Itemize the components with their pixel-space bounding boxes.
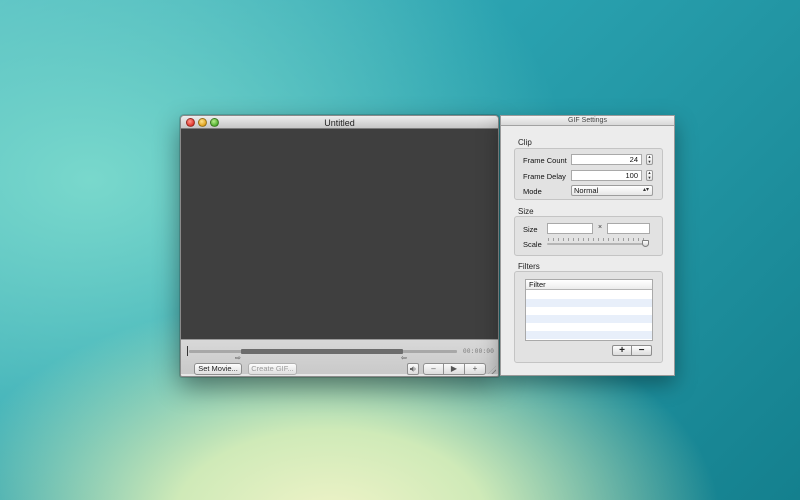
- mode-label: Mode: [523, 187, 542, 196]
- play-button[interactable]: ▶: [444, 363, 465, 375]
- timeline-selection[interactable]: [241, 349, 403, 354]
- table-row[interactable]: [526, 291, 652, 299]
- in-point-marker-icon[interactable]: ⇨: [235, 355, 241, 362]
- scale-slider-knob[interactable]: [642, 240, 649, 247]
- width-field[interactable]: [547, 223, 593, 234]
- panel-title: GIF Settings: [568, 117, 607, 124]
- scale-slider-ticks: [548, 238, 648, 241]
- scale-label: Scale: [523, 240, 542, 249]
- speaker-icon[interactable]: [407, 363, 419, 375]
- table-row[interactable]: [526, 299, 652, 307]
- table-row[interactable]: [526, 323, 652, 331]
- size-group: Size × Scale: [514, 216, 663, 256]
- clip-group: Frame Count 24 ▲ ▼ Frame Delay 100 ▲ ▼ Mod…: [514, 148, 663, 200]
- frame-delay-label: Frame Delay: [523, 172, 566, 181]
- times-symbol: ×: [598, 224, 603, 231]
- add-filter-button[interactable]: +: [612, 345, 632, 356]
- window-title: Untitled: [324, 118, 355, 128]
- movie-preview: [181, 129, 498, 339]
- clip-heading: Clip: [518, 138, 532, 147]
- remove-filter-button[interactable]: −: [632, 345, 652, 356]
- step-forward-button[interactable]: +: [465, 363, 486, 375]
- movie-window: Untitled ⇨ ⇦ 00:00:00 Set Movie... Creat…: [180, 115, 499, 377]
- height-field[interactable]: [607, 223, 650, 234]
- mode-select-value: Normal: [574, 186, 599, 195]
- title-bar[interactable]: Untitled: [181, 116, 498, 129]
- timecode: 00:00:00: [463, 348, 495, 355]
- create-gif-button[interactable]: Create GIF...: [248, 363, 297, 375]
- table-row[interactable]: [526, 315, 652, 323]
- mode-select[interactable]: Normal ▴▾: [571, 185, 653, 196]
- size-label: Size: [523, 225, 538, 234]
- frame-count-stepper-icon[interactable]: ▲ ▼: [646, 154, 653, 165]
- frame-count-label: Frame Count: [523, 156, 567, 165]
- size-heading: Size: [518, 207, 534, 216]
- filters-group: Filter + −: [514, 271, 663, 363]
- scale-slider[interactable]: [547, 243, 649, 245]
- frame-delay-stepper-icon[interactable]: ▲ ▼: [646, 170, 653, 181]
- playhead[interactable]: [187, 346, 188, 356]
- filters-heading: Filters: [518, 262, 540, 271]
- select-arrows-icon: ▴▾: [642, 187, 649, 193]
- table-row[interactable]: [526, 331, 652, 339]
- gif-settings-panel: GIF Settings Clip Frame Count 24 ▲ ▼ Fram…: [500, 115, 675, 376]
- table-row[interactable]: [526, 307, 652, 315]
- frame-count-field[interactable]: 24: [571, 154, 642, 165]
- step-back-button[interactable]: –: [423, 363, 444, 375]
- filter-column-header[interactable]: Filter: [526, 280, 652, 290]
- frame-delay-field[interactable]: 100: [571, 170, 642, 181]
- out-point-marker-icon[interactable]: ⇦: [401, 355, 407, 362]
- filters-table[interactable]: Filter: [525, 279, 653, 341]
- panel-title-bar[interactable]: GIF Settings: [501, 116, 674, 126]
- set-movie-button[interactable]: Set Movie...: [194, 363, 242, 375]
